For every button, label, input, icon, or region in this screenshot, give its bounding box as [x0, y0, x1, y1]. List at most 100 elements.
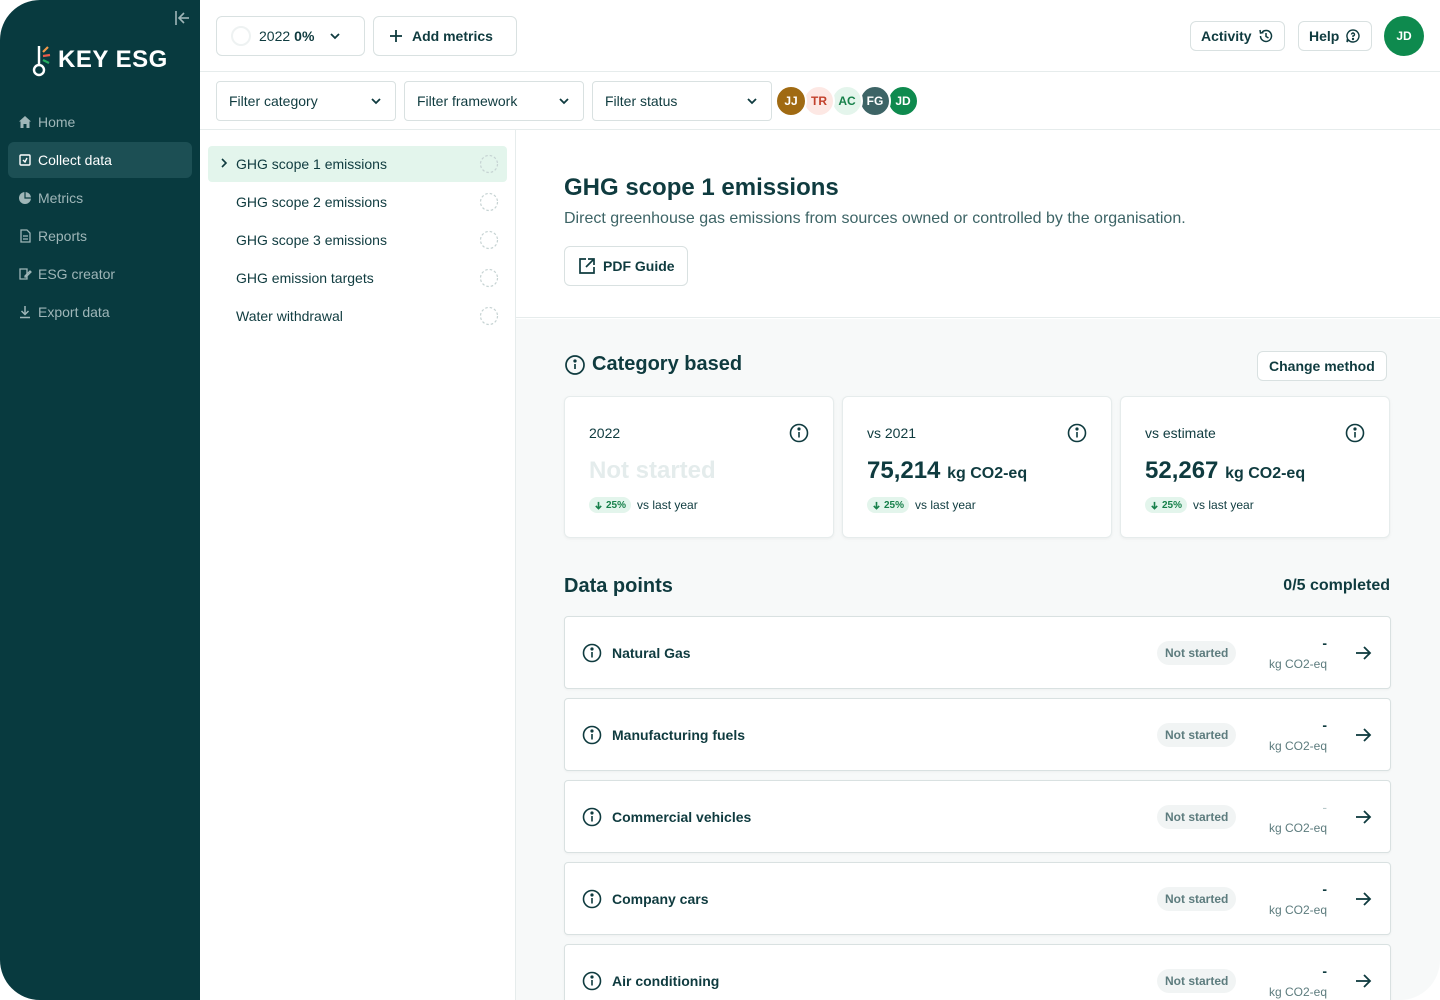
filter-category-select[interactable]: Filter category: [216, 81, 396, 121]
user-avatar[interactable]: JD: [1384, 16, 1424, 56]
arrow-right-icon[interactable]: [1353, 725, 1373, 745]
filter-framework-select[interactable]: Filter framework: [404, 81, 584, 121]
nav-label: Home: [38, 114, 76, 130]
completed-count: 0/5 completed: [1283, 577, 1390, 594]
info-icon: [565, 354, 585, 375]
arrow-right-icon[interactable]: [1353, 807, 1373, 827]
filter-status-select[interactable]: Filter status: [592, 81, 772, 121]
metric-list-item[interactable]: GHG scope 1 emissions: [208, 146, 507, 182]
change-badge: 25%: [867, 497, 910, 513]
nav-label: ESG creator: [38, 266, 116, 282]
change-percent: 25%: [1162, 499, 1183, 511]
arrow-right-icon[interactable]: [1353, 971, 1373, 991]
nav-label: Collect data: [38, 152, 112, 168]
metric-list-item[interactable]: GHG scope 2 emissions: [208, 184, 507, 220]
status-badge: Not started: [1157, 723, 1237, 747]
data-point-unit: kg CO2-eq: [1268, 985, 1327, 999]
card-change: 25% vs last year: [589, 497, 698, 513]
info-icon: [582, 725, 602, 745]
section-title: Category based: [564, 353, 742, 376]
metric-label: Water withdrawal: [236, 308, 343, 324]
data-point-row[interactable]: Air conditioning Not started - kg CO2-eq: [564, 944, 1391, 1000]
edit-document-icon: [19, 268, 32, 280]
card-value-number: 52,267: [1145, 457, 1219, 484]
arrow-right-icon[interactable]: [1353, 889, 1373, 909]
metric-label: GHG scope 2 emissions: [236, 194, 387, 210]
info-icon: [582, 971, 602, 991]
main-nav: Home Collect data Metrics Reports ESG cr…: [8, 104, 192, 332]
card-info-button[interactable]: [789, 423, 809, 443]
data-point-info-button[interactable]: [582, 643, 602, 663]
collaborator-avatar[interactable]: JD: [887, 85, 919, 117]
nav-item-collect-data[interactable]: Collect data: [8, 142, 192, 178]
card-change: 25% vs last year: [867, 497, 976, 513]
collaborator-avatar[interactable]: FG: [859, 85, 891, 117]
chevron-right-icon: [221, 158, 228, 168]
data-point-row[interactable]: Manufacturing fuels Not started - kg CO2-eq: [564, 698, 1391, 771]
download-icon: [20, 306, 30, 319]
card-label: 2022: [589, 425, 621, 441]
nav-item-esg-creator[interactable]: ESG creator: [8, 256, 192, 292]
change-method-button[interactable]: Change method: [1257, 351, 1387, 381]
data-point-info-button[interactable]: [582, 725, 602, 745]
card-info-button[interactable]: [1345, 423, 1365, 443]
brand-logo[interactable]: KEY ESG: [30, 42, 168, 78]
arrow-down-icon: [873, 501, 880, 510]
data-point-name: Company cars: [612, 891, 709, 907]
data-point-info-button[interactable]: [582, 971, 602, 991]
chevron-down-icon: [371, 98, 381, 105]
change-percent: 25%: [606, 499, 627, 511]
data-point-info-button[interactable]: [582, 889, 602, 909]
collaborator-avatar[interactable]: TR: [803, 85, 835, 117]
detail-body: Category based Change method 2022 Not sta…: [516, 319, 1440, 1000]
info-icon: [1345, 423, 1365, 443]
arrow-right-icon[interactable]: [1353, 643, 1373, 663]
data-point-name: Natural Gas: [612, 645, 691, 661]
page-title: GHG scope 1 emissions: [564, 174, 839, 201]
filter-category-label: Filter category: [229, 93, 318, 109]
status-pending-icon: [479, 192, 499, 212]
change-text: vs last year: [1193, 498, 1254, 512]
data-point-row[interactable]: Natural Gas Not started - kg CO2-eq: [564, 616, 1391, 689]
pdf-guide-button[interactable]: PDF Guide: [564, 246, 688, 286]
nav-item-reports[interactable]: Reports: [8, 218, 192, 254]
add-metrics-button[interactable]: Add metrics: [373, 16, 517, 56]
progress-ring-icon: [231, 26, 251, 46]
card-info-button[interactable]: [1067, 423, 1087, 443]
metric-list-item[interactable]: GHG scope 3 emissions: [208, 222, 507, 258]
nav-item-home[interactable]: Home: [8, 104, 192, 140]
nav-item-metrics[interactable]: Metrics: [8, 180, 192, 216]
status-badge: Not started: [1157, 641, 1237, 665]
data-point-row[interactable]: Company cars Not started - kg CO2-eq: [564, 862, 1391, 935]
summary-card: vs estimate 52,267 kg CO2-eq 25% vs last ye…: [1120, 396, 1390, 538]
add-metrics-label: Add metrics: [412, 28, 493, 44]
metric-list-item[interactable]: GHG emission targets: [208, 260, 507, 296]
data-point-name: Commercial vehicles: [612, 809, 752, 825]
metric-label: GHG scope 3 emissions: [236, 232, 387, 248]
metric-list-item[interactable]: Water withdrawal: [208, 298, 507, 334]
filter-status-label: Filter status: [605, 93, 678, 109]
status-pending-icon: [479, 306, 499, 326]
year-selector[interactable]: 2022 0%: [216, 16, 365, 56]
home-icon: [19, 116, 31, 128]
status-badge: Not started: [1157, 805, 1237, 829]
card-value-number: Not started: [589, 457, 716, 484]
collapse-sidebar-icon[interactable]: [172, 8, 192, 28]
data-point-value: -: [1322, 717, 1327, 733]
help-button[interactable]: Help: [1298, 21, 1373, 51]
activity-button[interactable]: Activity: [1190, 21, 1285, 51]
data-point-value: -: [1322, 799, 1327, 815]
metric-list: GHG scope 1 emissions GHG scope 2 emissio…: [200, 130, 516, 1000]
info-icon: [789, 423, 809, 443]
nav-item-export-data[interactable]: Export data: [8, 294, 192, 330]
info-icon: [582, 889, 602, 909]
status-badge: Not started: [1157, 887, 1237, 911]
data-point-unit: kg CO2-eq: [1268, 821, 1327, 835]
data-point-info-button[interactable]: [582, 807, 602, 827]
page-description: Direct greenhouse gas emissions from sou…: [564, 210, 1186, 227]
info-icon: [582, 807, 602, 827]
section-title-label: Category based: [592, 353, 743, 375]
collaborator-avatar[interactable]: JJ: [775, 85, 807, 117]
data-point-row[interactable]: Commercial vehicles Not started - kg CO2-eq: [564, 780, 1391, 853]
collaborator-avatar[interactable]: AC: [831, 85, 863, 117]
